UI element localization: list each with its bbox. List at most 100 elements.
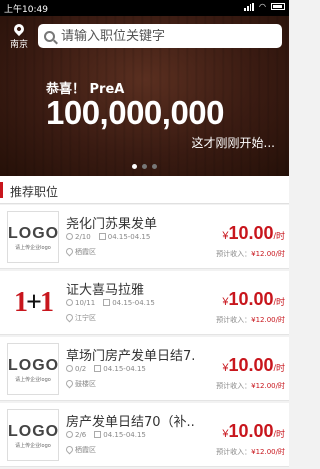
hourly-pay: ¥10.00/时 bbox=[222, 421, 285, 442]
logo-subtext: 请上传企业logo bbox=[15, 377, 51, 383]
estimated-income: 预计收入：¥12.00/时 bbox=[216, 249, 285, 259]
est-value: ¥12.00/时 bbox=[251, 250, 285, 258]
job-date: 04.15-04.15 bbox=[98, 233, 151, 241]
status-icons: ◠ bbox=[244, 2, 285, 11]
logo-text: LOGO bbox=[8, 423, 60, 440]
headcount: 0/2 bbox=[66, 365, 86, 373]
date-value: 04.15-04.15 bbox=[107, 233, 151, 241]
job-district: 栖霞区 bbox=[64, 444, 96, 455]
district-value: 江宁区 bbox=[75, 314, 96, 322]
section-accent-bar bbox=[0, 182, 3, 198]
calendar-icon bbox=[103, 299, 111, 306]
person-icon bbox=[66, 365, 73, 372]
headcount-value: 0/2 bbox=[75, 365, 87, 373]
job-list-item[interactable]: LOGO 请上传企业logo 草场门房产发单日结7... 0/2 04.15-0… bbox=[0, 337, 289, 401]
job-list-item[interactable]: LOGO 请上传企业logo 尧化门苏果发单 2/10 04.15-04.15 … bbox=[0, 205, 289, 269]
city-label: 南京 bbox=[9, 40, 28, 50]
person-icon bbox=[66, 431, 73, 438]
pay-amount: 10.00 bbox=[228, 355, 274, 375]
job-list: LOGO 请上传企业logo 尧化门苏果发单 2/10 04.15-04.15 … bbox=[0, 205, 289, 469]
est-value: ¥12.00/时 bbox=[251, 316, 285, 324]
wifi-icon: ◠ bbox=[259, 2, 266, 11]
status-bar: 上午10:49 ◠ bbox=[0, 0, 289, 16]
person-icon bbox=[66, 299, 73, 306]
carousel-indicator bbox=[0, 164, 289, 169]
logo-plus-sign: + bbox=[26, 287, 42, 318]
search-input[interactable] bbox=[61, 28, 261, 44]
company-logo: LOGO 请上传企业logo bbox=[7, 211, 59, 263]
district-value: 栖霞区 bbox=[75, 248, 96, 256]
pay-amount: 10.00 bbox=[228, 223, 274, 243]
job-meta: 10/11 04.15-04.15 bbox=[66, 299, 155, 307]
calendar-icon bbox=[94, 431, 102, 438]
location-icon bbox=[64, 378, 75, 389]
est-label: 预计收入： bbox=[216, 382, 252, 390]
search-bar[interactable] bbox=[38, 24, 282, 48]
job-district: 鼓楼区 bbox=[64, 378, 96, 389]
est-label: 预计收入： bbox=[216, 316, 252, 324]
district-value: 鼓楼区 bbox=[75, 380, 96, 388]
headcount: 2/10 bbox=[66, 233, 91, 241]
person-icon bbox=[66, 233, 73, 240]
job-title: 草场门房产发单日结7... bbox=[66, 349, 196, 364]
est-value: ¥12.00/时 bbox=[251, 448, 285, 456]
carousel-dot[interactable] bbox=[142, 164, 147, 169]
headcount: 10/11 bbox=[66, 299, 95, 307]
job-date: 04.15-04.15 bbox=[103, 299, 155, 307]
est-value: ¥12.00/时 bbox=[251, 382, 285, 390]
battery-icon bbox=[271, 3, 285, 10]
carousel-dot[interactable] bbox=[152, 164, 157, 169]
job-list-item[interactable]: 1+1 证大喜马拉雅 10/11 04.15-04.15 江宁区 ¥10.00/… bbox=[0, 271, 289, 335]
calendar-icon bbox=[98, 233, 106, 240]
location-icon bbox=[64, 444, 75, 455]
estimated-income: 预计收入：¥12.00/时 bbox=[216, 381, 285, 391]
job-title: 证大喜马拉雅 bbox=[66, 283, 145, 298]
location-icon bbox=[64, 246, 75, 257]
headcount-value: 2/10 bbox=[75, 233, 91, 241]
pay-unit: /时 bbox=[273, 429, 285, 439]
carousel-dot[interactable] bbox=[132, 164, 137, 169]
company-logo: LOGO 请上传企业logo bbox=[7, 343, 59, 395]
estimated-income: 预计收入：¥12.00/时 bbox=[216, 315, 285, 325]
signal-icon bbox=[244, 2, 255, 11]
job-meta: 2/10 04.15-04.15 bbox=[66, 233, 150, 241]
logo-subtext: 请上传企业logo bbox=[15, 245, 51, 251]
job-meta: 0/2 04.15-04.15 bbox=[66, 365, 146, 373]
location-pin-icon bbox=[11, 21, 27, 37]
job-list-item[interactable]: LOGO 请上传企业logo 房产发单日结70（补... 2/6 04.15-0… bbox=[0, 403, 289, 467]
hourly-pay: ¥10.00/时 bbox=[222, 223, 285, 244]
logo-text: 1+1 bbox=[14, 287, 54, 318]
district-value: 栖霞区 bbox=[75, 446, 96, 454]
recommended-jobs-header: 推荐职位 bbox=[0, 176, 289, 204]
headcount-value: 2/6 bbox=[75, 431, 87, 439]
pay-unit: /时 bbox=[273, 231, 285, 241]
pay-amount: 10.00 bbox=[228, 289, 274, 309]
est-label: 预计收入： bbox=[216, 250, 252, 258]
pay-amount: 10.00 bbox=[228, 421, 274, 441]
location-icon bbox=[64, 312, 75, 323]
est-label: 预计收入： bbox=[216, 448, 252, 456]
company-logo: LOGO 请上传企业logo bbox=[7, 409, 59, 461]
job-meta: 2/6 04.15-04.15 bbox=[66, 431, 146, 439]
banner-subtitle: 这才刚刚开始... bbox=[191, 136, 275, 150]
headcount: 2/6 bbox=[66, 431, 86, 439]
job-date: 04.15-04.15 bbox=[94, 365, 146, 373]
banner-amount: 100,000,000 bbox=[46, 94, 225, 131]
job-district: 栖霞区 bbox=[64, 246, 96, 257]
hourly-pay: ¥10.00/时 bbox=[222, 289, 285, 310]
section-title: 推荐职位 bbox=[10, 185, 59, 199]
logo-text: LOGO bbox=[8, 225, 60, 242]
pay-unit: /时 bbox=[273, 363, 285, 373]
job-date: 04.15-04.15 bbox=[94, 431, 146, 439]
company-logo: 1+1 bbox=[7, 277, 59, 329]
job-title: 尧化门苏果发单 bbox=[66, 217, 158, 232]
date-value: 04.15-04.15 bbox=[103, 365, 146, 373]
date-value: 04.15-04.15 bbox=[103, 431, 146, 439]
headcount-value: 10/11 bbox=[75, 299, 96, 307]
logo-subtext: 请上传企业logo bbox=[15, 443, 51, 449]
job-title: 房产发单日结70（补... bbox=[66, 415, 196, 430]
date-value: 04.15-04.15 bbox=[112, 299, 155, 307]
job-district: 江宁区 bbox=[64, 312, 96, 323]
city-selector[interactable]: 南京 bbox=[6, 21, 32, 50]
banner[interactable]: 南京 恭喜！ PreA 100,000,000 这才刚刚开始... bbox=[0, 16, 289, 176]
